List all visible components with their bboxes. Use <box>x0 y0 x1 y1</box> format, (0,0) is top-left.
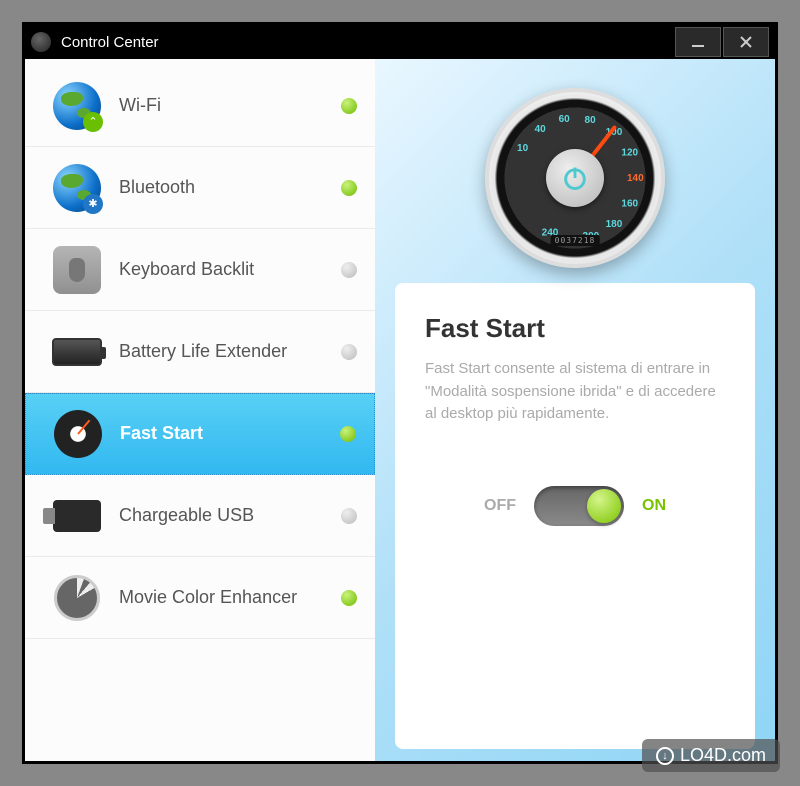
sidebar-item-battery-life-extender[interactable]: Battery Life Extender <box>25 311 375 393</box>
window-title: Control Center <box>61 34 673 51</box>
close-button[interactable] <box>723 27 769 57</box>
download-icon: ↓ <box>656 747 674 765</box>
status-indicator <box>341 508 357 524</box>
close-icon <box>739 35 753 49</box>
toggle-off-label: OFF <box>484 497 516 515</box>
toggle-knob <box>587 489 621 523</box>
keyboard-backlit-icon <box>51 244 103 296</box>
sidebar-item-wifi[interactable]: ⌃ Wi-Fi <box>25 65 375 147</box>
sidebar: ⌃ Wi-Fi ✱ Bluetooth Keyboard Backlit <box>25 59 375 761</box>
status-indicator <box>341 344 357 360</box>
sidebar-item-label: Movie Color Enhancer <box>119 587 341 609</box>
detail-title: Fast Start <box>425 313 725 344</box>
speedometer-gauge: 10 40 60 80 100 120 140 160 180 200 240 <box>485 88 665 268</box>
status-indicator <box>341 262 357 278</box>
gauge-odometer: 0037218 <box>551 235 600 246</box>
watermark: ↓ LO4D.com <box>642 739 780 772</box>
detail-card: Fast Start Fast Start consente al sistem… <box>395 283 755 749</box>
titlebar: Control Center <box>25 25 775 59</box>
toggle-row: OFF ON <box>425 486 725 526</box>
sidebar-item-label: Battery Life Extender <box>119 341 341 363</box>
detail-description: Fast Start consente al sistema di entrar… <box>425 358 725 426</box>
detail-panel: 10 40 60 80 100 120 140 160 180 200 240 <box>375 59 775 761</box>
usb-icon <box>51 490 103 542</box>
app-window: Control Center ⌃ Wi-Fi ✱ Bluetooth <box>22 22 778 764</box>
globe-bluetooth-icon: ✱ <box>51 162 103 214</box>
minimize-button[interactable] <box>675 27 721 57</box>
movie-reel-icon <box>51 572 103 624</box>
toggle-switch[interactable] <box>534 486 624 526</box>
sidebar-item-label: Fast Start <box>120 423 340 445</box>
sidebar-item-label: Bluetooth <box>119 177 341 199</box>
sidebar-item-chargeable-usb[interactable]: Chargeable USB <box>25 475 375 557</box>
toggle-on-label: ON <box>642 497 666 515</box>
status-indicator <box>341 98 357 114</box>
sidebar-item-movie-color-enhancer[interactable]: Movie Color Enhancer <box>25 557 375 639</box>
gauge-container: 10 40 60 80 100 120 140 160 180 200 240 <box>485 73 665 283</box>
sidebar-item-label: Chargeable USB <box>119 505 341 527</box>
status-indicator <box>340 426 356 442</box>
content-area: ⌃ Wi-Fi ✱ Bluetooth Keyboard Backlit <box>25 59 775 761</box>
power-button[interactable] <box>546 149 604 207</box>
status-indicator <box>341 180 357 196</box>
sidebar-item-label: Wi-Fi <box>119 95 341 117</box>
sidebar-item-bluetooth[interactable]: ✱ Bluetooth <box>25 147 375 229</box>
app-icon <box>31 32 51 52</box>
sidebar-item-label: Keyboard Backlit <box>119 259 341 281</box>
battery-icon <box>51 326 103 378</box>
sidebar-item-keyboard-backlit[interactable]: Keyboard Backlit <box>25 229 375 311</box>
speedometer-icon <box>52 408 104 460</box>
minimize-icon <box>691 35 705 49</box>
status-indicator <box>341 590 357 606</box>
watermark-text: LO4D.com <box>680 745 766 766</box>
globe-wifi-icon: ⌃ <box>51 80 103 132</box>
power-icon <box>561 164 589 192</box>
sidebar-item-fast-start[interactable]: Fast Start <box>25 393 375 475</box>
